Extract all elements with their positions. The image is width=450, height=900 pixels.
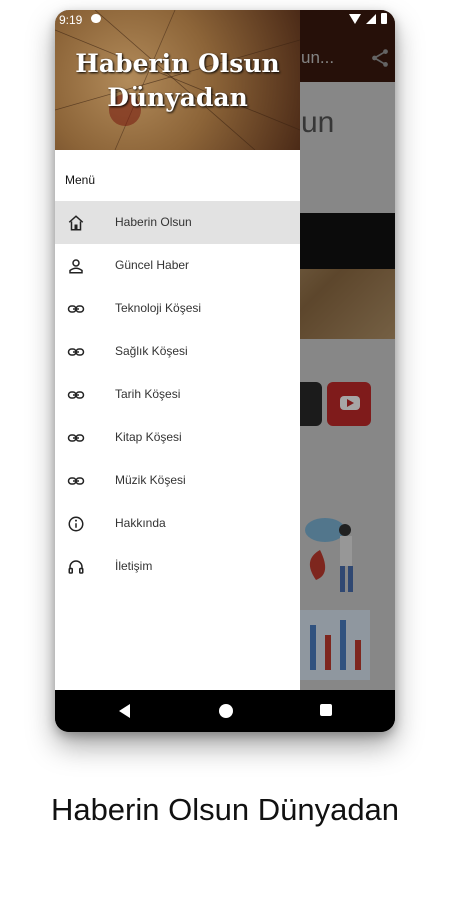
screen: un... un 9:19 Haberin Olsun Dünyadan Men… — [55, 10, 395, 690]
menu-item-label: Haberin Olsun — [115, 215, 192, 229]
status-bar: 9:19 — [55, 10, 395, 32]
system-navigation-bar — [55, 690, 395, 732]
menu-item-hakkinda[interactable]: Hakkında — [55, 502, 300, 545]
link-icon — [67, 305, 85, 313]
menu-item-label: Sağlık Köşesi — [115, 344, 188, 358]
menu-item-teknoloji-kosesi[interactable]: Teknoloji Köşesi — [55, 287, 300, 330]
headset-icon — [68, 560, 84, 574]
menu-item-label: Hakkında — [115, 516, 166, 530]
navigation-drawer: Haberin Olsun Dünyadan Menü Haberin Olsu… — [55, 10, 300, 690]
home-button-icon[interactable] — [219, 704, 233, 718]
link-icon — [67, 391, 85, 399]
back-icon[interactable] — [119, 704, 130, 718]
drawer-header-title-line1: Haberin Olsun — [75, 49, 280, 78]
menu-item-label: Müzik Köşesi — [115, 473, 186, 487]
battery-icon — [381, 13, 387, 24]
menu-label: Menü — [65, 173, 96, 187]
message-notification-icon — [91, 14, 101, 23]
menu-item-label: Tarih Köşesi — [115, 387, 181, 401]
menu-item-label: Kitap Köşesi — [115, 430, 182, 444]
menu-item-label: İletişim — [115, 559, 153, 573]
drawer-header-title-line2: Dünyadan — [107, 83, 248, 112]
wifi-icon — [349, 13, 361, 24]
menu-item-haberin-olsun[interactable]: Haberin Olsun — [55, 201, 300, 244]
signal-icon — [366, 13, 376, 24]
menu-item-tarih-kosesi[interactable]: Tarih Köşesi — [55, 373, 300, 416]
menu-item-saglik-kosesi[interactable]: Sağlık Köşesi — [55, 330, 300, 373]
link-icon — [67, 477, 85, 485]
menu-item-guncel-haber[interactable]: Güncel Haber — [55, 244, 300, 287]
promo-caption: Haberin Olsun Dünyadan — [50, 792, 400, 827]
recent-apps-icon[interactable] — [320, 704, 332, 716]
info-icon — [68, 516, 84, 532]
status-time: 9:19 — [59, 13, 83, 27]
home-icon — [68, 215, 84, 231]
person-icon — [69, 259, 83, 274]
menu-list: Haberin Olsun Güncel Haber Teknoloji Köş… — [55, 201, 300, 588]
menu-item-kitap-kosesi[interactable]: Kitap Köşesi — [55, 416, 300, 459]
menu-item-label: Güncel Haber — [115, 258, 190, 272]
menu-item-label: Teknoloji Köşesi — [115, 301, 202, 315]
link-icon — [67, 434, 85, 442]
menu-item-muzik-kosesi[interactable]: Müzik Köşesi — [55, 459, 300, 502]
link-icon — [67, 348, 85, 356]
status-icons — [349, 13, 387, 24]
phone-frame: un... un 9:19 Haberin Olsun Dünyadan Men… — [55, 10, 395, 732]
menu-item-iletisim[interactable]: İletişim — [55, 545, 300, 588]
